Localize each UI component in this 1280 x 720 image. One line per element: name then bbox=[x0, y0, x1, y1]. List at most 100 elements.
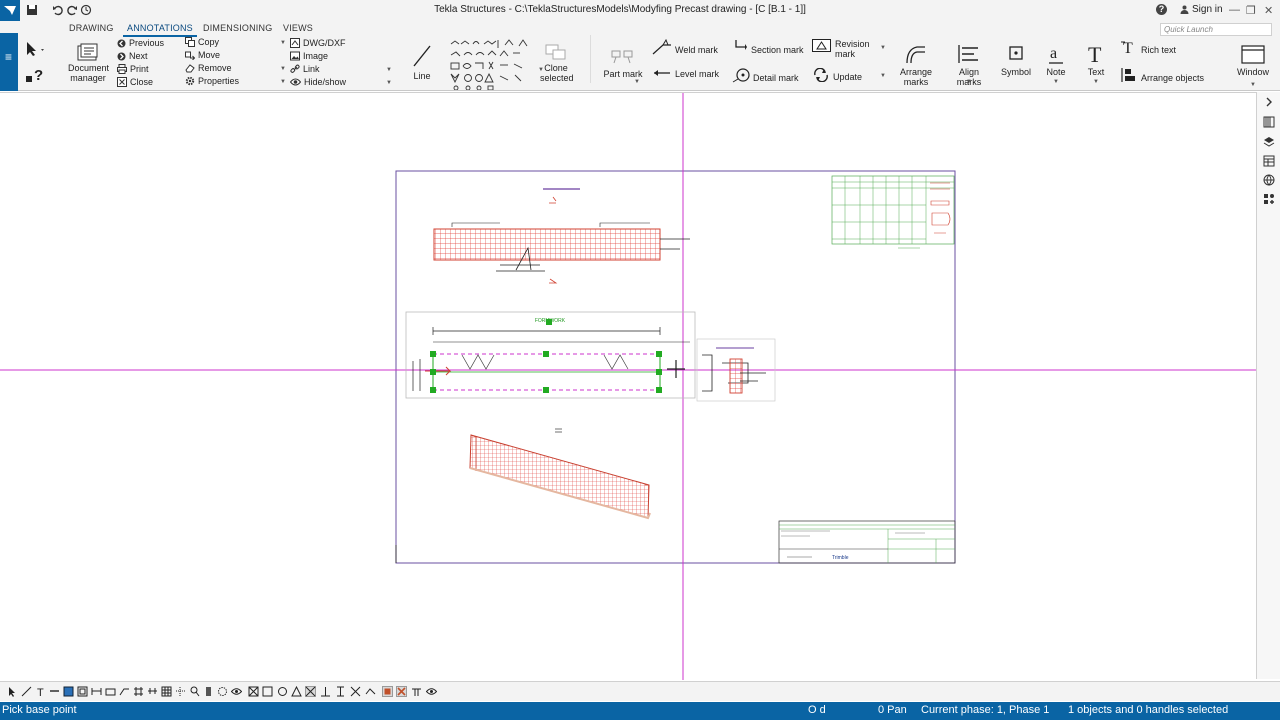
chevron-down-icon[interactable]: ▼ bbox=[880, 45, 886, 51]
revision-mark-button[interactable]: Revision mark bbox=[812, 39, 870, 59]
close-window-icon[interactable]: ✕ bbox=[1264, 4, 1273, 17]
previous-button[interactable]: Previous bbox=[117, 38, 164, 48]
window-button[interactable]: Window bbox=[1234, 43, 1272, 77]
snap-perpendicular-icon[interactable] bbox=[320, 686, 331, 697]
tab-views[interactable]: VIEWS bbox=[283, 23, 313, 33]
line-button[interactable]: Line bbox=[408, 43, 436, 81]
select-bolt-icon[interactable] bbox=[203, 686, 214, 697]
select-part-icon[interactable] bbox=[119, 686, 130, 697]
globe-icon[interactable] bbox=[1263, 174, 1275, 186]
select-icon[interactable] bbox=[7, 686, 18, 697]
select-weld-icon[interactable] bbox=[175, 686, 186, 697]
select-all-icon[interactable] bbox=[217, 686, 228, 697]
select-visibility-icon[interactable] bbox=[231, 686, 242, 697]
tab-dimensioning[interactable]: DIMENSIONING bbox=[203, 23, 272, 33]
hide-show-button[interactable]: Hide/show bbox=[290, 77, 346, 87]
coordinate-mode[interactable]: O d bbox=[808, 704, 826, 716]
update-button[interactable]: Update bbox=[812, 68, 862, 82]
select-table-icon[interactable] bbox=[161, 686, 172, 697]
current-phase[interactable]: Current phase: 1, Phase 1 bbox=[921, 704, 1049, 716]
select-view-icon[interactable] bbox=[63, 686, 74, 697]
properties-button[interactable]: Properties bbox=[185, 76, 239, 86]
arrange-objects-icon bbox=[1121, 68, 1135, 82]
section-mark-button[interactable]: Section mark bbox=[734, 39, 804, 55]
image-button[interactable]: Image bbox=[290, 51, 328, 61]
chevron-down-icon[interactable]: ▼ bbox=[634, 79, 640, 85]
snap-override-icon[interactable] bbox=[411, 686, 422, 697]
select-arrow-icon[interactable] bbox=[24, 41, 46, 57]
next-button[interactable]: Next bbox=[117, 51, 148, 61]
select-frame-icon[interactable] bbox=[77, 686, 88, 697]
help-icon[interactable]: ? bbox=[1156, 4, 1167, 15]
apps-icon[interactable] bbox=[1263, 193, 1275, 205]
snap-line-extension-icon[interactable] bbox=[335, 686, 346, 697]
snap-intersection-icon[interactable] bbox=[305, 686, 316, 697]
remove-button[interactable]: Remove bbox=[185, 63, 232, 73]
tab-annotations[interactable]: ANNOTATIONS bbox=[123, 23, 197, 37]
chevron-down-icon[interactable]: ▼ bbox=[386, 80, 392, 86]
dwg-dxf-button[interactable]: DWG/DXF bbox=[290, 38, 346, 48]
next-icon bbox=[117, 52, 126, 61]
snap-reference-icon[interactable] bbox=[248, 686, 259, 697]
copy-button[interactable]: Copy bbox=[185, 37, 219, 47]
chevron-down-icon[interactable]: ▼ bbox=[1053, 79, 1059, 85]
select-reference-icon[interactable] bbox=[147, 686, 158, 697]
chevron-down-icon[interactable]: ▼ bbox=[1250, 82, 1256, 88]
chevron-down-icon[interactable]: ▼ bbox=[1093, 79, 1099, 85]
chevron-right-icon[interactable] bbox=[1263, 96, 1275, 108]
pan-status[interactable]: 0 Pan bbox=[878, 704, 907, 716]
minimize-icon[interactable]: — bbox=[1229, 4, 1240, 16]
layers-icon[interactable] bbox=[1263, 136, 1275, 148]
draw-line-icon[interactable] bbox=[21, 686, 32, 697]
snap-nearest-icon[interactable] bbox=[350, 686, 361, 697]
text-label: Text bbox=[1087, 67, 1105, 77]
link-button[interactable]: Link bbox=[290, 64, 320, 74]
weld-mark-button[interactable]: Weld mark bbox=[652, 39, 718, 55]
select-dimension-icon[interactable] bbox=[91, 686, 102, 697]
symbol-label: Symbol bbox=[1000, 67, 1031, 77]
select-symbol-icon[interactable] bbox=[189, 686, 200, 697]
sign-in-button[interactable]: Sign in bbox=[1180, 4, 1223, 15]
note-button[interactable]: a Note bbox=[1042, 43, 1070, 77]
arrange-objects-button[interactable]: Arrange objects bbox=[1120, 67, 1204, 83]
side-menu-button[interactable]: ≡ bbox=[0, 33, 18, 91]
symbol-button[interactable]: Symbol bbox=[999, 43, 1033, 77]
arrange-marks-button[interactable]: Arrange marks bbox=[898, 43, 934, 87]
chevron-down-icon[interactable]: ▼ bbox=[280, 40, 286, 46]
quick-launch-input[interactable]: Quick Launch bbox=[1160, 23, 1272, 36]
move-button[interactable]: Move bbox=[185, 50, 220, 60]
snap-geometry-icon[interactable] bbox=[262, 686, 273, 697]
select-grid-icon[interactable] bbox=[133, 686, 144, 697]
catalog-icon[interactable] bbox=[1263, 116, 1275, 128]
document-manager-button[interactable]: Document manager bbox=[68, 43, 109, 83]
snap-center-icon[interactable] bbox=[277, 686, 288, 697]
chevron-down-icon[interactable]: ▼ bbox=[880, 73, 886, 79]
rich-text-button[interactable]: T Rich text bbox=[1120, 39, 1176, 55]
print-button[interactable]: Print bbox=[117, 64, 149, 74]
level-mark-button[interactable]: Level mark bbox=[652, 67, 719, 79]
tab-drawing[interactable]: DRAWING bbox=[69, 23, 114, 33]
select-text-icon[interactable]: T bbox=[35, 686, 46, 697]
snap-visibility-icon[interactable] bbox=[426, 686, 437, 697]
snap-drawing-icon[interactable] bbox=[396, 686, 407, 697]
detail-mark-button[interactable]: Detail mark bbox=[732, 67, 799, 83]
select-mark-icon[interactable] bbox=[105, 686, 116, 697]
chevron-down-icon[interactable]: ▼ bbox=[386, 67, 392, 73]
close-drawing-button[interactable]: Close bbox=[117, 77, 153, 87]
clone-selected-button[interactable]: Clone selected bbox=[540, 43, 574, 83]
part-mark-button[interactable]: Part mark bbox=[603, 43, 643, 79]
drawing-svg[interactable]: FORMWORK bbox=[0, 93, 1256, 680]
snap-any-position-icon[interactable] bbox=[365, 686, 376, 697]
context-help-icon[interactable]: ? bbox=[24, 65, 46, 85]
shapes-gallery[interactable] bbox=[448, 38, 530, 90]
text-button[interactable]: T Text bbox=[1082, 42, 1110, 77]
chevron-down-icon[interactable]: ▼ bbox=[280, 79, 286, 85]
drawing-canvas[interactable]: FORMWORK bbox=[0, 92, 1256, 680]
select-line-icon[interactable] bbox=[49, 686, 60, 697]
chevron-down-icon[interactable]: ▼ bbox=[966, 79, 972, 85]
snap-model-icon[interactable] bbox=[382, 686, 393, 697]
properties-panel-icon[interactable] bbox=[1263, 155, 1275, 167]
snap-midpoint-icon[interactable] bbox=[291, 686, 302, 697]
restore-icon[interactable]: ❐ bbox=[1246, 4, 1256, 17]
chevron-down-icon[interactable]: ▼ bbox=[280, 66, 286, 72]
